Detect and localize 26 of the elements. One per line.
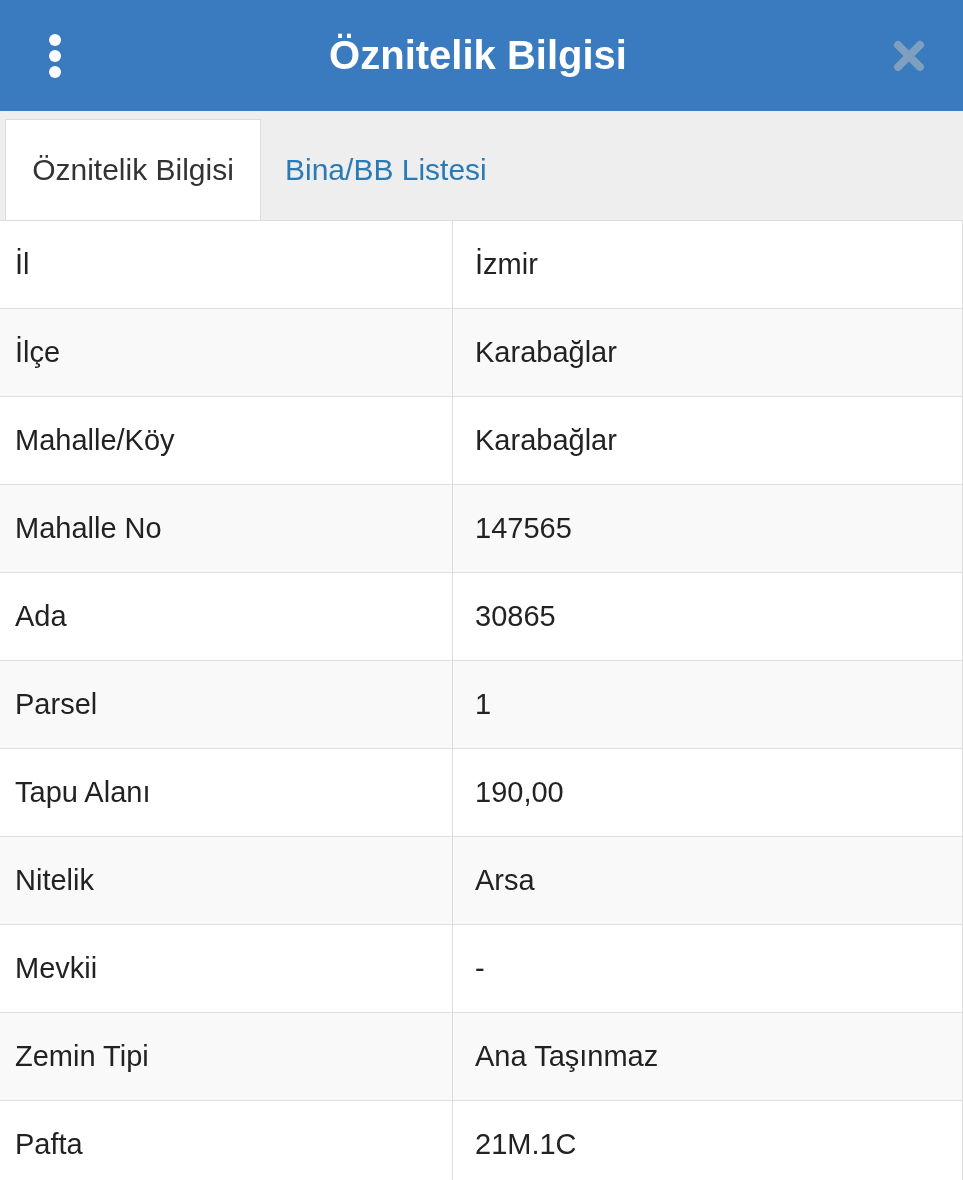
table-cell: Karabağlar <box>453 309 963 396</box>
table-cell: Tapu Alanı <box>0 749 453 836</box>
table-cell: İl <box>0 221 453 308</box>
table-cell: Ada <box>0 573 453 660</box>
table-cell: Mahalle/Köy <box>0 397 453 484</box>
table-cell: 21M.1C <box>453 1101 963 1180</box>
table-cell: İzmir <box>453 221 963 308</box>
tab[interactable]: Bina/BB Listesi <box>261 119 511 220</box>
table-cell: - <box>453 925 963 1012</box>
table-cell: Parsel <box>0 661 453 748</box>
table-cell: Mevkii <box>0 925 453 1012</box>
table-cell: 147565 <box>453 485 963 572</box>
table-cell: 30865 <box>453 573 963 660</box>
table-cell: Pafta <box>0 1101 453 1180</box>
table-cell: Mahalle No <box>0 485 453 572</box>
table-cell: Karabağlar <box>453 397 963 484</box>
table-cell: Arsa <box>453 837 963 924</box>
menu-icon[interactable] <box>47 33 63 78</box>
tab[interactable]: Öznitelik Bilgisi <box>5 119 261 220</box>
table-cell: 1 <box>453 661 963 748</box>
table-cell: Zemin Tipi <box>0 1013 453 1100</box>
table-cell: İlçe <box>0 309 453 396</box>
table-cell: Nitelik <box>0 837 453 924</box>
table-cell: 190,00 <box>453 749 963 836</box>
window-title: Öznitelik Bilgisi <box>329 33 627 78</box>
table-cell: Ana Taşınmaz <box>453 1013 963 1100</box>
